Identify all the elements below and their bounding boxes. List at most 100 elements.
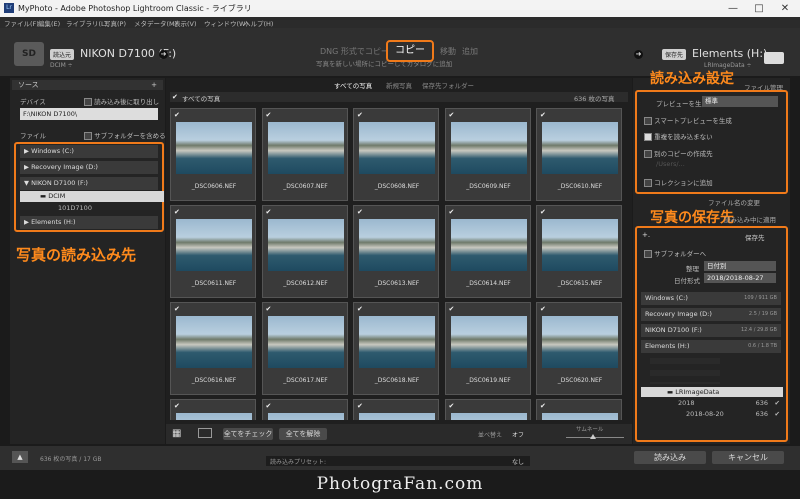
photo-checkbox[interactable]: ✔ [357, 111, 363, 119]
menu-view[interactable]: 表示(V) [174, 18, 197, 28]
smart-preview-checkbox[interactable]: スマートプレビューを生成 [644, 115, 732, 125]
add-source-button[interactable]: + [151, 80, 157, 90]
photo-checkbox[interactable]: ✔ [266, 111, 272, 119]
select-all-checkbox[interactable]: ✔ [172, 93, 178, 101]
tab-all-photos[interactable]: すべての写真 [334, 80, 372, 90]
dest-add-button[interactable]: +. [642, 231, 650, 239]
menu-file[interactable]: ファイル(F) [4, 18, 39, 28]
photo-thumbnail[interactable]: ✔ _DSC0609.NEF [444, 108, 531, 201]
menu-metadata[interactable]: メタデータ(M) [134, 18, 177, 28]
photo-checkbox[interactable]: ✔ [540, 305, 546, 313]
no-duplicates-checkbox[interactable]: 重複を読み込まない [644, 131, 713, 141]
photo-thumbnail[interactable]: ✔ _DSC0608.NEF [353, 108, 439, 201]
mode-copy-button[interactable]: コピー [386, 40, 434, 62]
photo-thumbnail[interactable]: ✔ _DSC0617.NEF [261, 302, 348, 395]
photo-thumbnail[interactable]: ✔ _DSC0614.NEF [444, 205, 531, 298]
import-button[interactable]: 読み込み [634, 451, 706, 464]
cancel-button[interactable]: キャンセル [712, 451, 784, 464]
photo-checkbox[interactable]: ✔ [449, 402, 455, 410]
sort-select[interactable]: オフ [512, 430, 524, 439]
photo-thumbnail[interactable]: ✔ _DSC0607.NEF [261, 108, 348, 201]
device-select[interactable]: F:\NIKON D7100\ [20, 108, 158, 120]
photo-checkbox[interactable]: ✔ [449, 208, 455, 216]
subfolders-checkbox[interactable]: サブフォルダーを含める [84, 130, 166, 140]
menu-edit[interactable]: 編集(E) [38, 18, 60, 28]
preset-bar[interactable]: 読み込みプリセット: なし [266, 456, 530, 466]
photo-checkbox[interactable]: ✔ [540, 402, 546, 410]
volume-recovery[interactable]: ▶ Recovery Image (D:) [20, 161, 158, 174]
photo-checkbox[interactable]: ✔ [266, 305, 272, 313]
mode-dng-copy[interactable]: DNG 形式でコピー [320, 46, 389, 57]
photo-thumbnail[interactable]: ✔ [261, 399, 348, 420]
collapse-up-icon[interactable]: ▲ [12, 451, 28, 463]
dest-volume-windows[interactable]: Windows (C:) 109 / 911 GB [641, 292, 781, 305]
uncheck-all-button[interactable]: 全てを解除 [279, 428, 327, 440]
photo-thumbnail[interactable]: ✔ _DSC0613.NEF [353, 205, 439, 298]
tab-new-photos[interactable]: 新規写真 [386, 80, 412, 90]
mode-add[interactable]: 追加 [462, 46, 478, 57]
dest-volume-recovery[interactable]: Recovery Image (D:) 2.5 / 19 GB [641, 308, 781, 321]
check-all-button[interactable]: 全てをチェック [223, 428, 273, 440]
menu-photo[interactable]: 写真(P) [104, 18, 126, 28]
dest-volume-elements[interactable]: Elements (H:) 0.6 / 1.8 TB [641, 340, 781, 353]
photo-checkbox[interactable]: ✔ [266, 402, 272, 410]
photo-thumbnail[interactable]: ✔ _DSC0619.NEF [444, 302, 531, 395]
menu-help[interactable]: ヘルプ(H) [244, 18, 273, 28]
folder-dcim[interactable]: ▬ DCIM [20, 191, 164, 202]
dest-name[interactable]: Elements (H:) [692, 47, 767, 60]
apply-during-header[interactable]: 読み込み中に適用 [724, 214, 776, 224]
preset-select[interactable]: なし [512, 457, 524, 466]
tab-dest-folders[interactable]: 保存先フォルダー [422, 80, 474, 90]
menu-library[interactable]: ライブラリ(L) [66, 18, 107, 28]
folder-date[interactable]: 2018-08-20 636 ✔ [686, 410, 780, 418]
photo-checkbox[interactable]: ✔ [174, 305, 180, 313]
loupe-view-icon[interactable] [198, 428, 212, 438]
folder-2018[interactable]: 2018 636 ✔ [678, 399, 780, 407]
volume-windows[interactable]: ▶ Windows (C:) [20, 145, 158, 158]
dest-header[interactable]: 保存先 [745, 232, 765, 242]
second-copy-checkbox[interactable]: 別のコピーの作成先 [644, 148, 713, 158]
photo-checkbox[interactable]: ✔ [174, 402, 180, 410]
photo-thumbnail[interactable]: ✔ [353, 399, 439, 420]
photo-thumbnail[interactable]: ✔ _DSC0611.NEF [170, 205, 256, 298]
date-format-select[interactable]: 2018/2018-08-27 [704, 273, 776, 283]
folder-101d7100[interactable]: 101D7100 [58, 204, 92, 212]
source-path[interactable]: DCIM ÷ [50, 62, 73, 69]
photo-thumbnail[interactable]: ✔ _DSC0616.NEF [170, 302, 256, 395]
photo-checkbox[interactable]: ✔ [540, 208, 546, 216]
photo-checkbox[interactable]: ✔ [540, 111, 546, 119]
photo-checkbox[interactable]: ✔ [357, 402, 363, 410]
photo-checkbox[interactable]: ✔ [357, 305, 363, 313]
photo-checkbox[interactable]: ✔ [449, 305, 455, 313]
eject-checkbox[interactable]: 読み込み後に取り出し [84, 96, 159, 106]
close-button[interactable]: ✕ [772, 1, 798, 16]
photo-thumbnail[interactable]: ✔ [444, 399, 531, 420]
photo-checkbox[interactable]: ✔ [266, 208, 272, 216]
second-copy-path[interactable]: /Users/... [656, 160, 685, 168]
mode-move[interactable]: 移動 [440, 46, 456, 57]
photo-thumbnail[interactable]: ✔ _DSC0610.NEF [536, 108, 622, 201]
photo-thumbnail[interactable]: ✔ _DSC0612.NEF [261, 205, 348, 298]
minimize-button[interactable]: — [720, 1, 746, 16]
grid-view-icon[interactable]: ▦ [172, 428, 181, 439]
photo-thumbnail[interactable]: ✔ _DSC0618.NEF [353, 302, 439, 395]
file-rename-header[interactable]: ファイル名の変更 [708, 197, 760, 207]
menu-window[interactable]: ウィンドウ(W) [204, 18, 248, 28]
photo-thumbnail[interactable]: ✔ _DSC0620.NEF [536, 302, 622, 395]
photo-checkbox[interactable]: ✔ [449, 111, 455, 119]
photo-checkbox[interactable]: ✔ [174, 111, 180, 119]
subfolder-checkbox[interactable]: サブフォルダーへ [644, 248, 706, 258]
maximize-button[interactable]: □ [746, 1, 772, 16]
dest-volume-nikon[interactable]: NIKON D7100 (F:) 12.4 / 29.8 GB [641, 324, 781, 337]
photo-thumbnail[interactable]: ✔ [536, 399, 622, 420]
slider-handle[interactable] [590, 434, 596, 439]
add-collection-checkbox[interactable]: コレクションに追加 [644, 177, 713, 187]
organize-select[interactable]: 日付別 [704, 261, 776, 271]
photo-checkbox[interactable]: ✔ [174, 208, 180, 216]
photo-checkbox[interactable]: ✔ [357, 208, 363, 216]
preview-select[interactable]: 標準 [702, 96, 778, 107]
folder-lrimagedata[interactable]: ▬ LRImageData [641, 387, 783, 397]
volume-nikon[interactable]: ▼ NIKON D7100 (F:) [20, 177, 158, 190]
photo-thumbnail[interactable]: ✔ [170, 399, 256, 420]
volume-elements[interactable]: ▶ Elements (H:) [20, 216, 158, 229]
